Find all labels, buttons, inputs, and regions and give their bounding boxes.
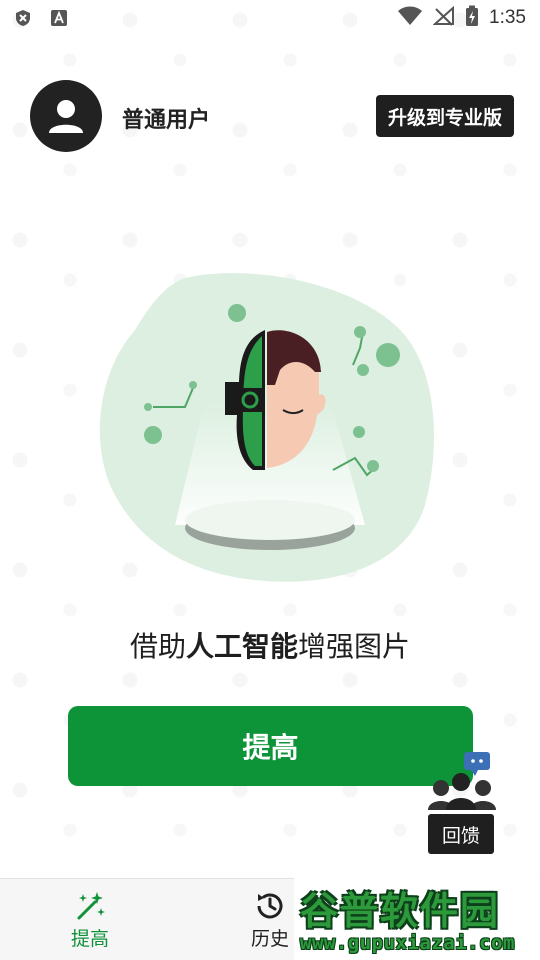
- brand-watermark: 谷普软件园 www.gupuxiazai.com: [294, 876, 540, 960]
- tagline-bold: 人工智能: [185, 630, 298, 663]
- shield-x-icon: [14, 9, 32, 27]
- brand-name: 谷普软件园: [300, 889, 501, 933]
- upgrade-pro-button[interactable]: 升级到专业版: [375, 95, 514, 137]
- tagline-suffix: 增强图片: [298, 630, 411, 663]
- user-header: 普通用户 升级到专业版: [30, 80, 514, 154]
- feedback-label: 回馈: [428, 814, 494, 854]
- tagline: 借助人工智能增强图片: [0, 625, 540, 665]
- history-icon: [257, 893, 283, 918]
- nav-label-enhance: 提高: [70, 927, 109, 950]
- ai-face-illustration: [95, 270, 445, 590]
- people-chat-icon: [428, 752, 496, 810]
- font-a-icon: [50, 9, 68, 27]
- status-bar: 1:35: [0, 0, 540, 36]
- username: 普通用户: [122, 108, 211, 133]
- magic-sparkle-icon: [77, 891, 105, 919]
- nav-label-history: 历史: [250, 927, 289, 950]
- brand-url: www.gupuxiazai.com: [300, 932, 515, 954]
- status-time: 1:35: [489, 7, 526, 28]
- feedback-button[interactable]: 回馈: [426, 752, 496, 856]
- no-signal-icon: [432, 5, 455, 30]
- wifi-icon: [397, 6, 423, 30]
- enhance-button[interactable]: 提高: [68, 706, 473, 786]
- nav-item-enhance[interactable]: 提高: [35, 879, 145, 960]
- battery-charging-icon: [465, 5, 479, 31]
- tagline-prefix: 借助: [129, 630, 186, 663]
- user-icon: [49, 100, 83, 133]
- avatar[interactable]: [30, 80, 102, 152]
